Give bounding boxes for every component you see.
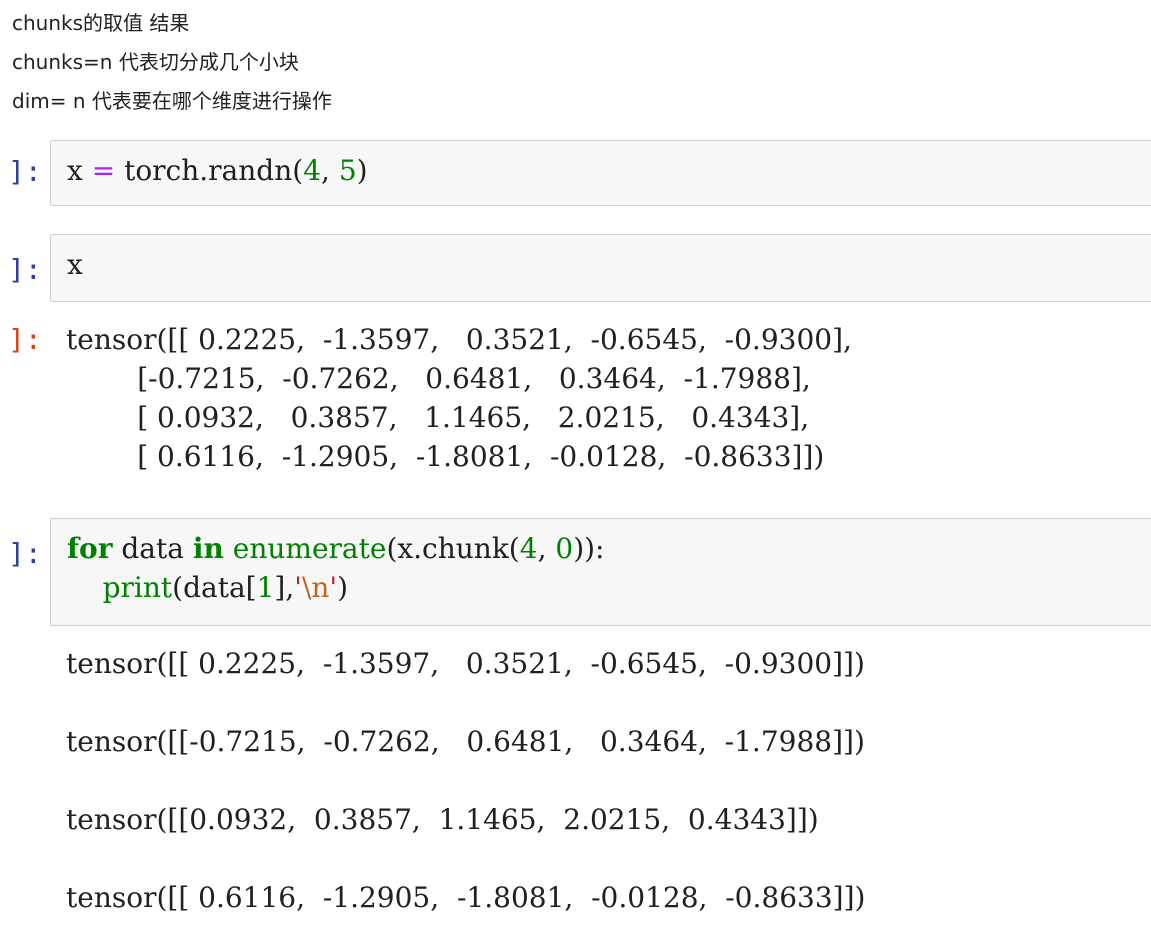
code-token: data — [112, 532, 193, 565]
tensor-output-line: tensor([[ 0.2225, -1.3597, 0.3521, -0.65… — [66, 323, 852, 356]
code-token: )): — [573, 532, 605, 565]
code-cell-1[interactable]: x = torch.randn(4, 5) — [50, 140, 1151, 206]
output-spacer — [66, 683, 1151, 722]
code-cell-3[interactable]: for data in enumerate(x.chunk(4, 0)): pr… — [50, 518, 1151, 626]
code-token: \n — [301, 571, 330, 604]
code-token: x — [67, 154, 83, 187]
tensor-output-line: tensor([[ 0.6116, -1.2905, -1.8081, -0.0… — [66, 881, 866, 914]
code-token: , — [537, 532, 556, 565]
tensor-output-line: [ 0.0932, 0.3857, 1.1465, 2.0215, 0.4343… — [66, 401, 810, 434]
tensor-output-line: tensor([[ 0.2225, -1.3597, 0.3521, -0.65… — [66, 647, 865, 680]
output-spacer — [66, 761, 1151, 800]
code-token: , — [321, 154, 339, 187]
code-token: (data[ — [172, 571, 257, 604]
code-cell-2[interactable]: x — [50, 234, 1151, 302]
code-token: ' — [294, 571, 302, 604]
output-prompt: ]: — [8, 323, 42, 356]
code-token: ], — [274, 571, 295, 604]
code-token: in — [192, 532, 224, 565]
code-token: 1 — [256, 571, 275, 604]
tensor-output-line: [ 0.6116, -1.2905, -1.8081, -0.0128, -0.… — [66, 440, 825, 473]
code-token: = — [82, 154, 125, 187]
code-token: ) — [337, 571, 349, 604]
markdown-notes: chunks的取值 结果 chunks=n 代表切分成几个小块 dim= n 代… — [12, 4, 1112, 121]
input-prompt: ]: — [8, 155, 42, 188]
note-line: dim= n 代表要在哪个维度进行操作 — [12, 89, 332, 113]
output-cell-3: tensor([[ 0.2225, -1.3597, 0.3521, -0.65… — [66, 644, 1151, 917]
code-token: (x.chunk( — [386, 532, 520, 565]
code-line[interactable]: for data in enumerate(x.chunk(4, 0)): — [67, 529, 1151, 568]
code-token: 0 — [555, 532, 574, 565]
code-token: print — [102, 571, 173, 604]
input-prompt: ]: — [8, 537, 42, 570]
tensor-output-line: tensor([[-0.7215, -0.7262, 0.6481, 0.346… — [66, 725, 865, 758]
code-line[interactable]: x = torch.randn(4, 5) — [67, 151, 1151, 190]
code-token: 5 — [338, 154, 357, 187]
code-token: enumerate — [232, 532, 387, 565]
input-prompt: ]: — [8, 253, 42, 286]
note-line: chunks=n 代表切分成几个小块 — [12, 50, 299, 74]
code-token: for — [67, 532, 113, 565]
tensor-output-line: [-0.7215, -0.7262, 0.6481, 0.3464, -1.79… — [66, 362, 811, 395]
code-token: x — [67, 248, 83, 281]
code-token: torch.randn — [124, 154, 293, 187]
output-spacer — [66, 839, 1151, 878]
code-token: ( — [292, 154, 304, 187]
code-line[interactable]: print(data[1],'\n') — [67, 568, 1151, 607]
code-line[interactable]: x — [67, 245, 1151, 284]
output-cell-2: tensor([[ 0.2225, -1.3597, 0.3521, -0.65… — [66, 320, 1151, 476]
code-token: 4 — [519, 532, 538, 565]
tensor-output-line: tensor([[0.0932, 0.3857, 1.1465, 2.0215,… — [66, 803, 819, 836]
code-token: ' — [329, 571, 338, 604]
code-token: ) — [356, 154, 368, 187]
note-line: chunks的取值 结果 — [12, 11, 190, 35]
code-token: 4 — [303, 154, 322, 187]
